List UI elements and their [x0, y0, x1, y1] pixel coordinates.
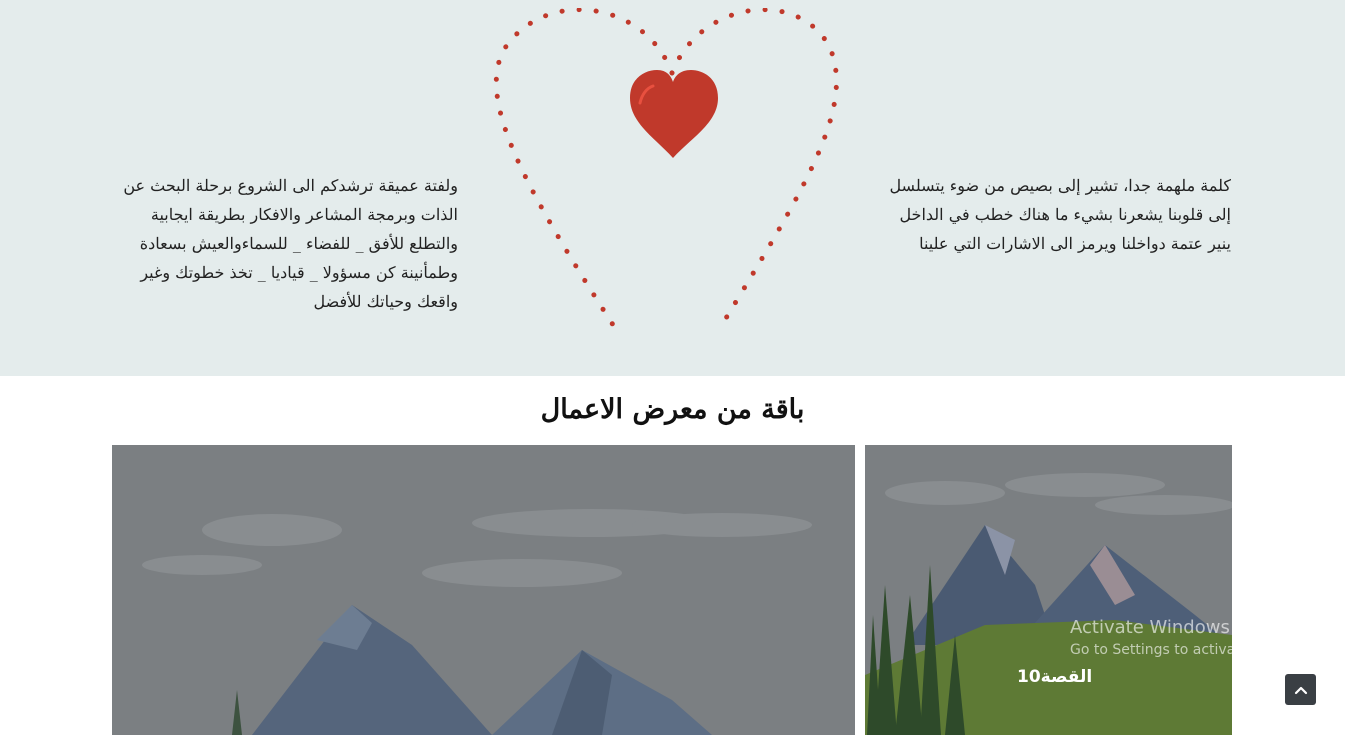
chevron-up-icon — [1294, 686, 1307, 694]
windows-activation-watermark: Activate Windows Go to Settings to activ… — [1070, 617, 1321, 658]
hero-section: كلمة ملهمة جدا، تشير إلى بصيص من ضوء يتس… — [0, 0, 1345, 376]
hero-quote-right: كلمة ملهمة جدا، تشير إلى بصيص من ضوء يتس… — [889, 176, 1231, 253]
dotted-heart-graphic — [485, 7, 845, 338]
gallery-item-large[interactable] — [112, 445, 855, 735]
mountain-landscape-image — [112, 445, 855, 735]
watermark-title: Activate Windows — [1070, 617, 1230, 638]
mountain-forest-image — [865, 445, 1232, 735]
hero-quote-left: ولفتة عميقة ترشدكم الى الشروع برحلة البح… — [123, 176, 458, 311]
gallery-title: باقة من معرض الاعمال — [540, 394, 805, 425]
heart-svg — [493, 7, 839, 331]
gallery-item-label: القصة10 — [1017, 667, 1093, 687]
scroll-to-top-button[interactable] — [1285, 674, 1316, 705]
watermark-subtitle: Go to Settings to activate Windows. — [1070, 642, 1321, 658]
gallery-item-small[interactable]: القصة10 — [865, 445, 1232, 735]
heart-icon — [630, 70, 718, 158]
